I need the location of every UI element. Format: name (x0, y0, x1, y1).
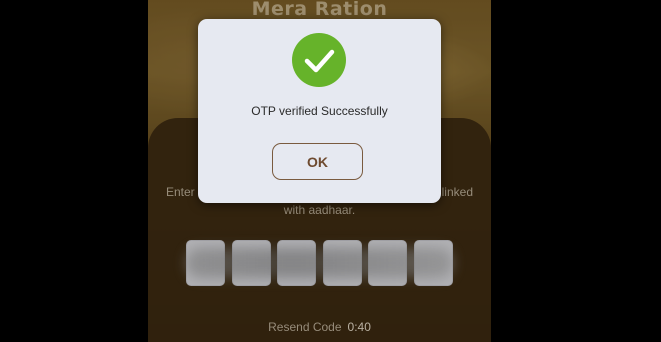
success-dialog: OTP verified Successfully OK (198, 19, 441, 203)
check-circle-icon (292, 33, 346, 87)
screen: Mera Ration Enter linked with aadhaar. R… (0, 0, 661, 342)
dialog-message: OTP verified Successfully (251, 104, 388, 118)
ok-button[interactable]: OK (272, 143, 363, 180)
